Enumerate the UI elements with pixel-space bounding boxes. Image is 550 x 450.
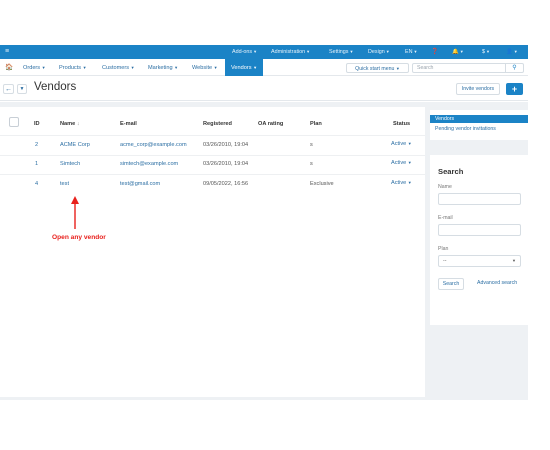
top-admin-bar: ≡ Add-ons▼ Administration▼ Settings▼ Des… [0,45,528,59]
arrow-left-icon: ← [5,86,12,93]
chevron-down-icon: ▼ [486,49,490,54]
vendor-registered: 03/26/2010, 19:04 [203,142,249,148]
chevron-down-icon: ▼ [306,49,311,54]
row-divider [0,174,425,175]
row-divider [0,155,425,156]
column-header-status[interactable]: Status [393,121,410,127]
main-navigation: 🏠 Orders ▼ Products ▼ Customers ▼ Market… [0,59,528,76]
annotation-arrow-up-icon [71,196,79,229]
chevron-down-icon: ▼ [213,65,218,70]
select-all-checkbox[interactable] [9,117,19,127]
chevron-down-icon: ▼ [130,65,135,70]
email-field[interactable] [438,224,521,236]
vendor-plan: Exclusive [310,181,334,187]
user-icon: 👤 [506,49,513,55]
nav-customers[interactable]: Customers ▼ [102,59,135,76]
vendor-name-link[interactable]: ACME Corp [60,142,90,148]
vendor-email-link[interactable]: simtech@example.com [120,161,178,167]
search-panel: Search Name E-mail Plan -- ▼ Search Advan… [430,155,528,325]
email-field-label: E-mail [438,215,453,221]
vendor-id[interactable]: 2 [35,142,38,148]
chevron-down-icon: ▼ [459,49,464,54]
vendors-table [0,107,425,397]
hamburger-icon[interactable]: ≡ [5,45,9,59]
bell-icon: 🔔 [452,49,459,55]
notifications-menu[interactable]: 🔔▼ [452,45,464,59]
vendor-name-link[interactable]: test [60,181,69,187]
chevron-down-icon: ▼ [407,141,412,146]
column-header-email[interactable]: E-mail [120,121,137,127]
search-input[interactable]: Search [412,63,506,73]
history-dropdown-button[interactable]: ▼ [17,84,27,94]
search-icon[interactable]: ⚲ [506,63,524,73]
vendor-id[interactable]: 1 [35,161,38,167]
chevron-down-icon: ▼ [512,258,516,263]
vendor-name-link[interactable]: Simtech [60,161,80,167]
chevron-down-icon: ▼ [395,66,400,71]
status-dropdown[interactable]: Active ▼ [391,141,412,147]
invite-vendors-button[interactable]: Invite vendors [456,83,500,95]
plan-select[interactable]: -- ▼ [438,255,521,267]
nav-products[interactable]: Products ▼ [59,59,87,76]
chevron-down-icon: ▼ [349,49,354,54]
add-vendor-button[interactable]: + [506,83,523,95]
page-header: ← ▼ Vendors Invite vendors + [0,77,528,101]
help-icon[interactable]: ❓ [431,45,438,59]
user-menu[interactable]: 👤▼ [506,45,518,59]
plan-field-label: Plan [438,246,449,252]
chevron-down-icon: ▼ [41,65,46,70]
search-panel-title: Search [438,167,464,176]
administration-menu[interactable]: Administration▼ [271,45,310,59]
chevron-down-icon: ▼ [407,160,412,165]
column-header-name[interactable]: Name ↓ [60,121,80,127]
chevron-down-icon: ▼ [174,65,179,70]
chevron-down-icon: ▼ [413,49,418,54]
sidebar-item-vendors[interactable]: Vendors [430,115,528,123]
advanced-search-link[interactable]: Advanced search [477,280,517,286]
nav-vendors[interactable]: Vendors ▼ [225,59,264,76]
vendor-email-link[interactable]: acme_corp@example.com [120,142,187,148]
column-header-plan[interactable]: Plan [310,121,322,127]
search-button[interactable]: Search [438,278,464,290]
design-menu[interactable]: Design▼ [368,45,390,59]
column-header-registered[interactable]: Registered [203,121,232,127]
name-field-label: Name [438,184,452,190]
vendor-plan: s [310,142,313,148]
status-dropdown[interactable]: Active ▼ [391,180,412,186]
vendor-registered: 09/05/2022, 16:56 [203,181,249,187]
settings-menu[interactable]: Settings▼ [329,45,353,59]
column-header-oa-rating: OA rating [258,121,284,127]
chevron-down-icon: ▼ [253,49,258,54]
column-header-id[interactable]: ID [34,121,40,127]
quick-start-menu-button[interactable]: Quick start menu ▼ [346,63,409,73]
home-icon[interactable]: 🏠 [5,59,13,76]
chevron-down-icon: ▼ [513,49,518,54]
annotation-label: Open any vendor [52,234,106,241]
sidebar-item-pending-invitations[interactable]: Pending vendor invitations [435,126,496,132]
nav-marketing[interactable]: Marketing ▼ [148,59,178,76]
back-button[interactable]: ← [3,84,14,94]
nav-website[interactable]: Website ▼ [192,59,218,76]
vendor-plan: s [310,161,313,167]
vendor-registered: 03/26/2010, 19:04 [203,161,249,167]
chevron-down-icon: ▼ [82,65,87,70]
addons-menu[interactable]: Add-ons▼ [232,45,257,59]
sidebar-sections: Vendors Pending vendor invitations [430,110,528,140]
chevron-down-icon: ▼ [253,65,258,70]
language-menu[interactable]: EN▼ [405,45,417,59]
currency-menu[interactable]: $▼ [482,45,490,59]
sort-down-icon: ↓ [76,121,80,127]
nav-orders[interactable]: Orders ▼ [23,59,46,76]
vendor-id[interactable]: 4 [35,181,38,187]
vendor-email-link[interactable]: test@gmail.com [120,181,160,187]
chevron-down-icon: ▼ [385,49,390,54]
page-title: Vendors [34,81,77,93]
chevron-down-icon: ▼ [407,180,412,185]
row-divider [0,135,425,136]
name-field[interactable] [438,193,521,205]
chevron-down-icon: ▼ [19,86,25,92]
status-dropdown[interactable]: Active ▼ [391,160,412,166]
